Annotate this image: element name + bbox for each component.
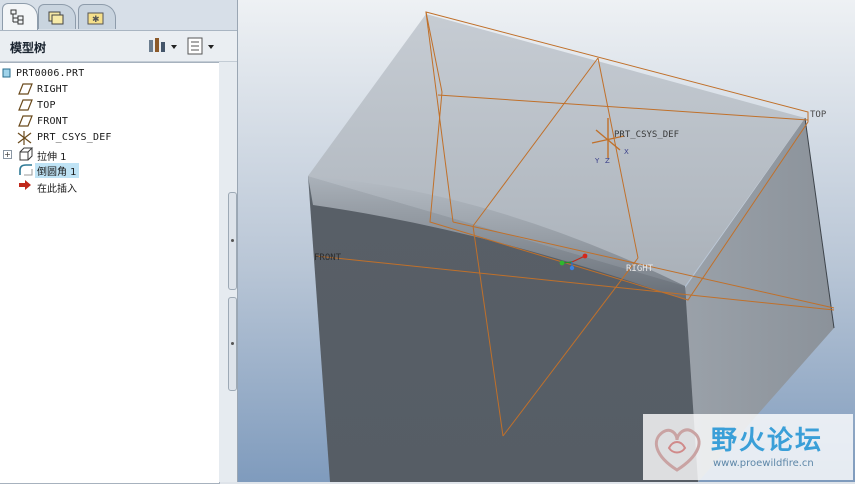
model-tree: PRT0006.PRT RIGHT TOP FRONT PRT_CSYS_DEF… — [0, 62, 220, 484]
datum-label-right[interactable]: RIGHT — [626, 264, 654, 274]
folder-browser-icon — [48, 11, 64, 25]
tab-folder-browser[interactable] — [38, 4, 76, 29]
expand-toggle[interactable]: + — [3, 150, 12, 159]
tree-settings-icon — [149, 38, 177, 52]
tree-item-csys[interactable]: PRT_CSYS_DEF — [0, 130, 200, 146]
sash-handle[interactable] — [228, 192, 237, 290]
navigator-tabs: ✱ — [0, 0, 237, 31]
tree-show-icon — [187, 37, 214, 55]
tree-item-label: PRT_CSYS_DEF — [37, 132, 112, 143]
forum-watermark: 野火论坛 www.proewildfire.cn — [643, 414, 853, 480]
tree-item-round[interactable]: 倒圆角 1 — [0, 162, 200, 178]
tree-item-label: TOP — [37, 100, 56, 111]
favorites-icon: ✱ — [87, 12, 104, 25]
watermark-title: 野火论坛 — [711, 426, 824, 456]
datum-plane-icon — [18, 115, 33, 127]
tree-root[interactable]: PRT0006.PRT — [0, 66, 200, 82]
tree-item-top[interactable]: TOP — [0, 98, 200, 114]
watermark-url: www.proewildfire.cn — [713, 458, 814, 469]
datum-label-csys[interactable]: PRT_CSYS_DEF — [614, 130, 679, 140]
proewildfire-logo-icon — [654, 428, 701, 472]
csys-axis-z: Z — [605, 157, 610, 165]
tree-item-front[interactable]: FRONT — [0, 114, 200, 130]
coordinate-system-icon — [17, 131, 32, 145]
model-tree-icon — [10, 9, 24, 25]
graphics-window[interactable]: Y Z X TOP FRONT RIGHT PRT_CSYS_DEF — [238, 0, 855, 482]
datum-label-top[interactable]: TOP — [810, 110, 827, 120]
svg-text:✱: ✱ — [92, 15, 100, 25]
panel-splitter[interactable] — [219, 62, 237, 482]
tree-item-label: FRONT — [37, 116, 69, 127]
tab-favorites[interactable]: ✱ — [78, 4, 116, 29]
datum-plane-icon — [18, 99, 33, 111]
datum-plane-icon — [18, 83, 33, 95]
sash-handle[interactable] — [228, 297, 237, 391]
tree-item-label: 倒圆角 1 — [35, 163, 79, 178]
csys-axis-y: Y — [594, 157, 600, 165]
tree-settings-button[interactable] — [147, 37, 179, 55]
tree-item-label: 拉伸 1 — [37, 152, 67, 163]
tree-show-button[interactable] — [186, 37, 218, 55]
tree-item-right[interactable]: RIGHT — [0, 82, 200, 98]
model-tree-header: 模型树 — [0, 31, 237, 62]
model-tree-title: 模型树 — [10, 41, 47, 55]
tab-model-tree[interactable] — [2, 3, 38, 30]
model-view[interactable]: Y Z X TOP FRONT RIGHT PRT_CSYS_DEF — [238, 0, 855, 482]
part-icon — [2, 68, 11, 78]
insert-here-arrow-icon — [19, 180, 31, 190]
extrude-icon — [19, 147, 34, 161]
datum-label-front[interactable]: FRONT — [314, 253, 342, 263]
round-icon — [19, 164, 33, 176]
navigator-panel: ✱ 模型树 PRT0006.PRT RIGHT TOP FRONT PRT_CS… — [0, 0, 238, 484]
csys-axis-x: X — [624, 148, 629, 156]
tree-item-label: RIGHT — [37, 84, 69, 95]
tree-item-insert-here[interactable]: 在此插入 — [0, 178, 200, 195]
tree-item-extrude[interactable]: + 拉伸 1 — [0, 146, 200, 163]
tree-item-label: 在此插入 — [37, 184, 77, 195]
tree-root-label: PRT0006.PRT — [16, 68, 85, 79]
